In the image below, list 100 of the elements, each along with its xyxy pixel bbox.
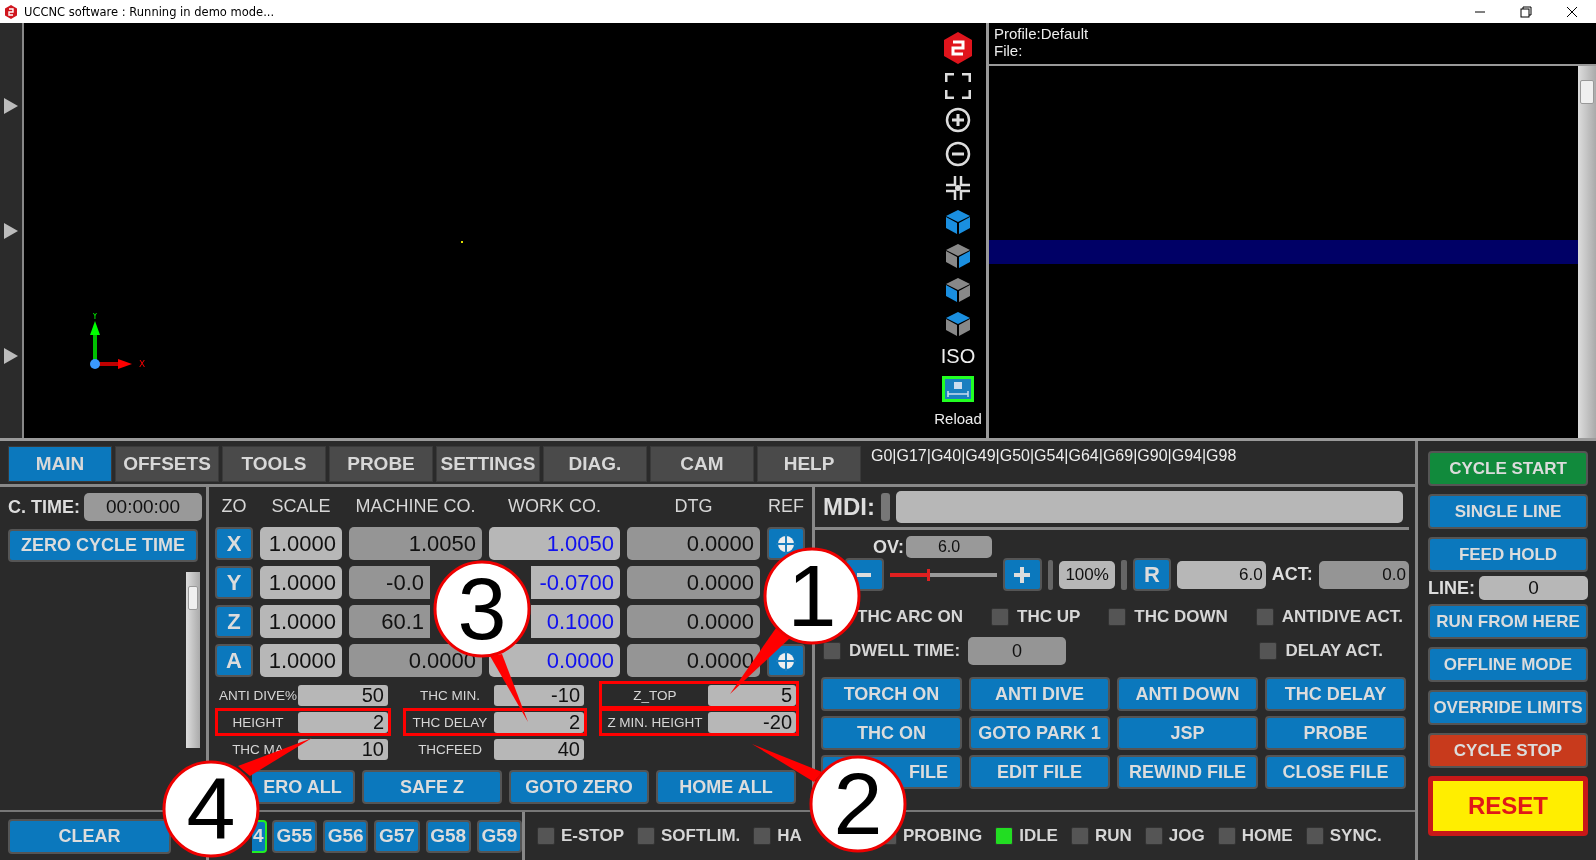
plasma-action-button[interactable]: JSP (1117, 716, 1258, 750)
axis-action-button[interactable]: ERO ALL (252, 770, 355, 804)
run-control-button[interactable]: OFFLINE MODE (1428, 647, 1588, 682)
app-logo-icon[interactable] (942, 31, 974, 65)
axis-zero-button[interactable]: Y (215, 566, 253, 599)
dwell-time-field: 0 (968, 637, 1067, 665)
plasma-action-button[interactable]: THC ON (821, 716, 962, 750)
parameter-label: HEIGHT (231, 714, 285, 730)
override-field: 6.0 (906, 536, 992, 558)
plasma-action-button[interactable]: REWIND FILE (1117, 755, 1258, 789)
axis-action-button[interactable]: SAFE Z (362, 770, 502, 804)
parameter-field[interactable]: 2 (298, 711, 388, 733)
restore-icon[interactable] (1520, 5, 1532, 18)
column-header: SCALE (270, 495, 332, 518)
parameter-field[interactable]: 10 (298, 738, 388, 760)
status-label: SOFTLIM. (661, 826, 741, 846)
fit-view-icon[interactable] (945, 175, 971, 201)
run-control-button[interactable]: FEED HOLD (1428, 537, 1588, 572)
cycle-stop-button[interactable]: CYCLE STOP (1428, 733, 1588, 768)
plasma-action-button[interactable]: GOTO PARK 1 (969, 716, 1110, 750)
plasma-action-button[interactable]: THC DELAY (1265, 677, 1406, 711)
cube-view-icon[interactable] (945, 243, 971, 269)
plus-icon (1014, 566, 1031, 583)
work-coordinate-field[interactable]: 0.1000 (531, 605, 620, 638)
scale-field[interactable]: 1.0000 (260, 644, 342, 677)
tab[interactable]: DIAG. (543, 446, 647, 482)
axis-zero-button[interactable]: Z (215, 605, 253, 638)
machine-view-icon[interactable] (942, 376, 974, 402)
scrollbar[interactable] (186, 572, 200, 748)
close-icon[interactable] (1566, 5, 1578, 18)
work-offset-button[interactable]: G59 (476, 819, 522, 853)
work-coordinate-field[interactable]: -0.0700 (531, 566, 620, 599)
column-header: MACHINE CO. (354, 495, 477, 518)
tab[interactable]: PROBE (329, 446, 433, 482)
run-control-button[interactable]: SINGLE LINE (1428, 494, 1588, 529)
tab[interactable]: CAM (650, 446, 754, 482)
work-offset-button[interactable]: G58 (425, 819, 471, 853)
expand-arrow-icon[interactable] (4, 222, 18, 239)
cycle-time-label: C. TIME: (8, 496, 80, 518)
minus-icon (857, 572, 872, 577)
axis-action-button[interactable]: HOME ALL (656, 770, 796, 804)
percent-field: 100% (1059, 560, 1115, 589)
plasma-action-button[interactable]: PROBE (1265, 716, 1406, 750)
tab[interactable]: HELP (757, 446, 861, 482)
cycle-start-button[interactable]: CYCLE START (1428, 451, 1588, 486)
scale-field[interactable]: 1.0000 (260, 605, 342, 638)
parameter-field[interactable]: 5 (708, 684, 796, 706)
window-title: UCCNC software : Running in demo mode... (24, 4, 275, 19)
plasma-action-button[interactable]: EDIT FILE (969, 755, 1110, 789)
plasma-action-button[interactable]: CLOSE FILE (1265, 755, 1406, 789)
status-label: HOME (1241, 826, 1293, 846)
work-offset-button[interactable]: G56 (323, 819, 369, 853)
scale-field[interactable]: 1.0000 (260, 527, 342, 560)
reload-button[interactable]: Reload (934, 410, 982, 427)
work-offset-button[interactable]: G55 (271, 819, 317, 853)
axis-zero-button[interactable]: A (215, 644, 253, 677)
indicator-label: THC DOWN (1134, 607, 1228, 627)
scrollbar-thumb[interactable] (188, 586, 198, 610)
cube-view-icon[interactable] (945, 277, 971, 303)
reset-override-button[interactable]: R (1132, 558, 1172, 591)
plasma-action-button[interactable]: ANTI DIVE (969, 677, 1110, 711)
scrollbar-thumb[interactable] (1580, 80, 1594, 104)
expand-arrow-icon[interactable] (4, 97, 18, 114)
feed-override-slider[interactable] (889, 568, 997, 581)
scale-field[interactable]: 1.0000 (260, 566, 342, 599)
parameter-field[interactable]: -10 (494, 684, 584, 706)
work-offset-button[interactable]: G57 (374, 819, 420, 853)
fullscreen-icon[interactable] (945, 73, 971, 99)
override-label: OV: (873, 536, 904, 558)
reset-button[interactable]: RESET (1428, 776, 1588, 836)
parameter-field[interactable]: 40 (494, 738, 584, 760)
mdi-input-field[interactable] (896, 491, 1403, 523)
run-control-button[interactable]: RUN FROM HERE (1428, 604, 1588, 639)
tab[interactable]: SETTINGS (436, 446, 540, 482)
run-control-button[interactable]: OVERRIDE LIMITS (1428, 690, 1588, 725)
zoom-in-icon[interactable] (945, 107, 971, 133)
status-label: SYNC. (1329, 826, 1382, 846)
work-coordinate-field[interactable]: 1.0050 (489, 527, 620, 560)
cube-view-icon[interactable] (945, 209, 971, 235)
plasma-action-button[interactable]: TORCH ON (821, 677, 962, 711)
tab[interactable]: TOOLS (222, 446, 326, 482)
iso-view-button[interactable]: ISO (940, 345, 976, 368)
parameter-field[interactable]: 2 (494, 711, 584, 733)
clear-button[interactable]: CLEAR (8, 818, 171, 854)
parameter-field[interactable]: -20 (708, 711, 796, 733)
parameter-field[interactable]: 50 (298, 684, 388, 706)
plasma-action-button[interactable]: ANTI DOWN (1117, 677, 1258, 711)
parameter-label: Z_TOP (632, 687, 678, 703)
tab[interactable]: MAIN (8, 446, 112, 482)
axis-action-button[interactable]: GOTO ZERO (509, 770, 649, 804)
tab[interactable]: OFFSETS (115, 446, 219, 482)
cube-view-icon[interactable] (945, 311, 971, 337)
zero-cycle-time-button[interactable]: ZERO CYCLE TIME (8, 529, 198, 562)
expand-arrow-icon[interactable] (4, 347, 18, 364)
axis-zero-button[interactable]: X (215, 527, 253, 560)
indicator-label: ANTIDIVE ACT. (1281, 607, 1403, 627)
line-field[interactable]: 0 (1479, 576, 1588, 600)
scrollbar[interactable] (1578, 66, 1596, 438)
zoom-out-icon[interactable] (945, 141, 971, 167)
increase-button[interactable] (1003, 558, 1042, 591)
